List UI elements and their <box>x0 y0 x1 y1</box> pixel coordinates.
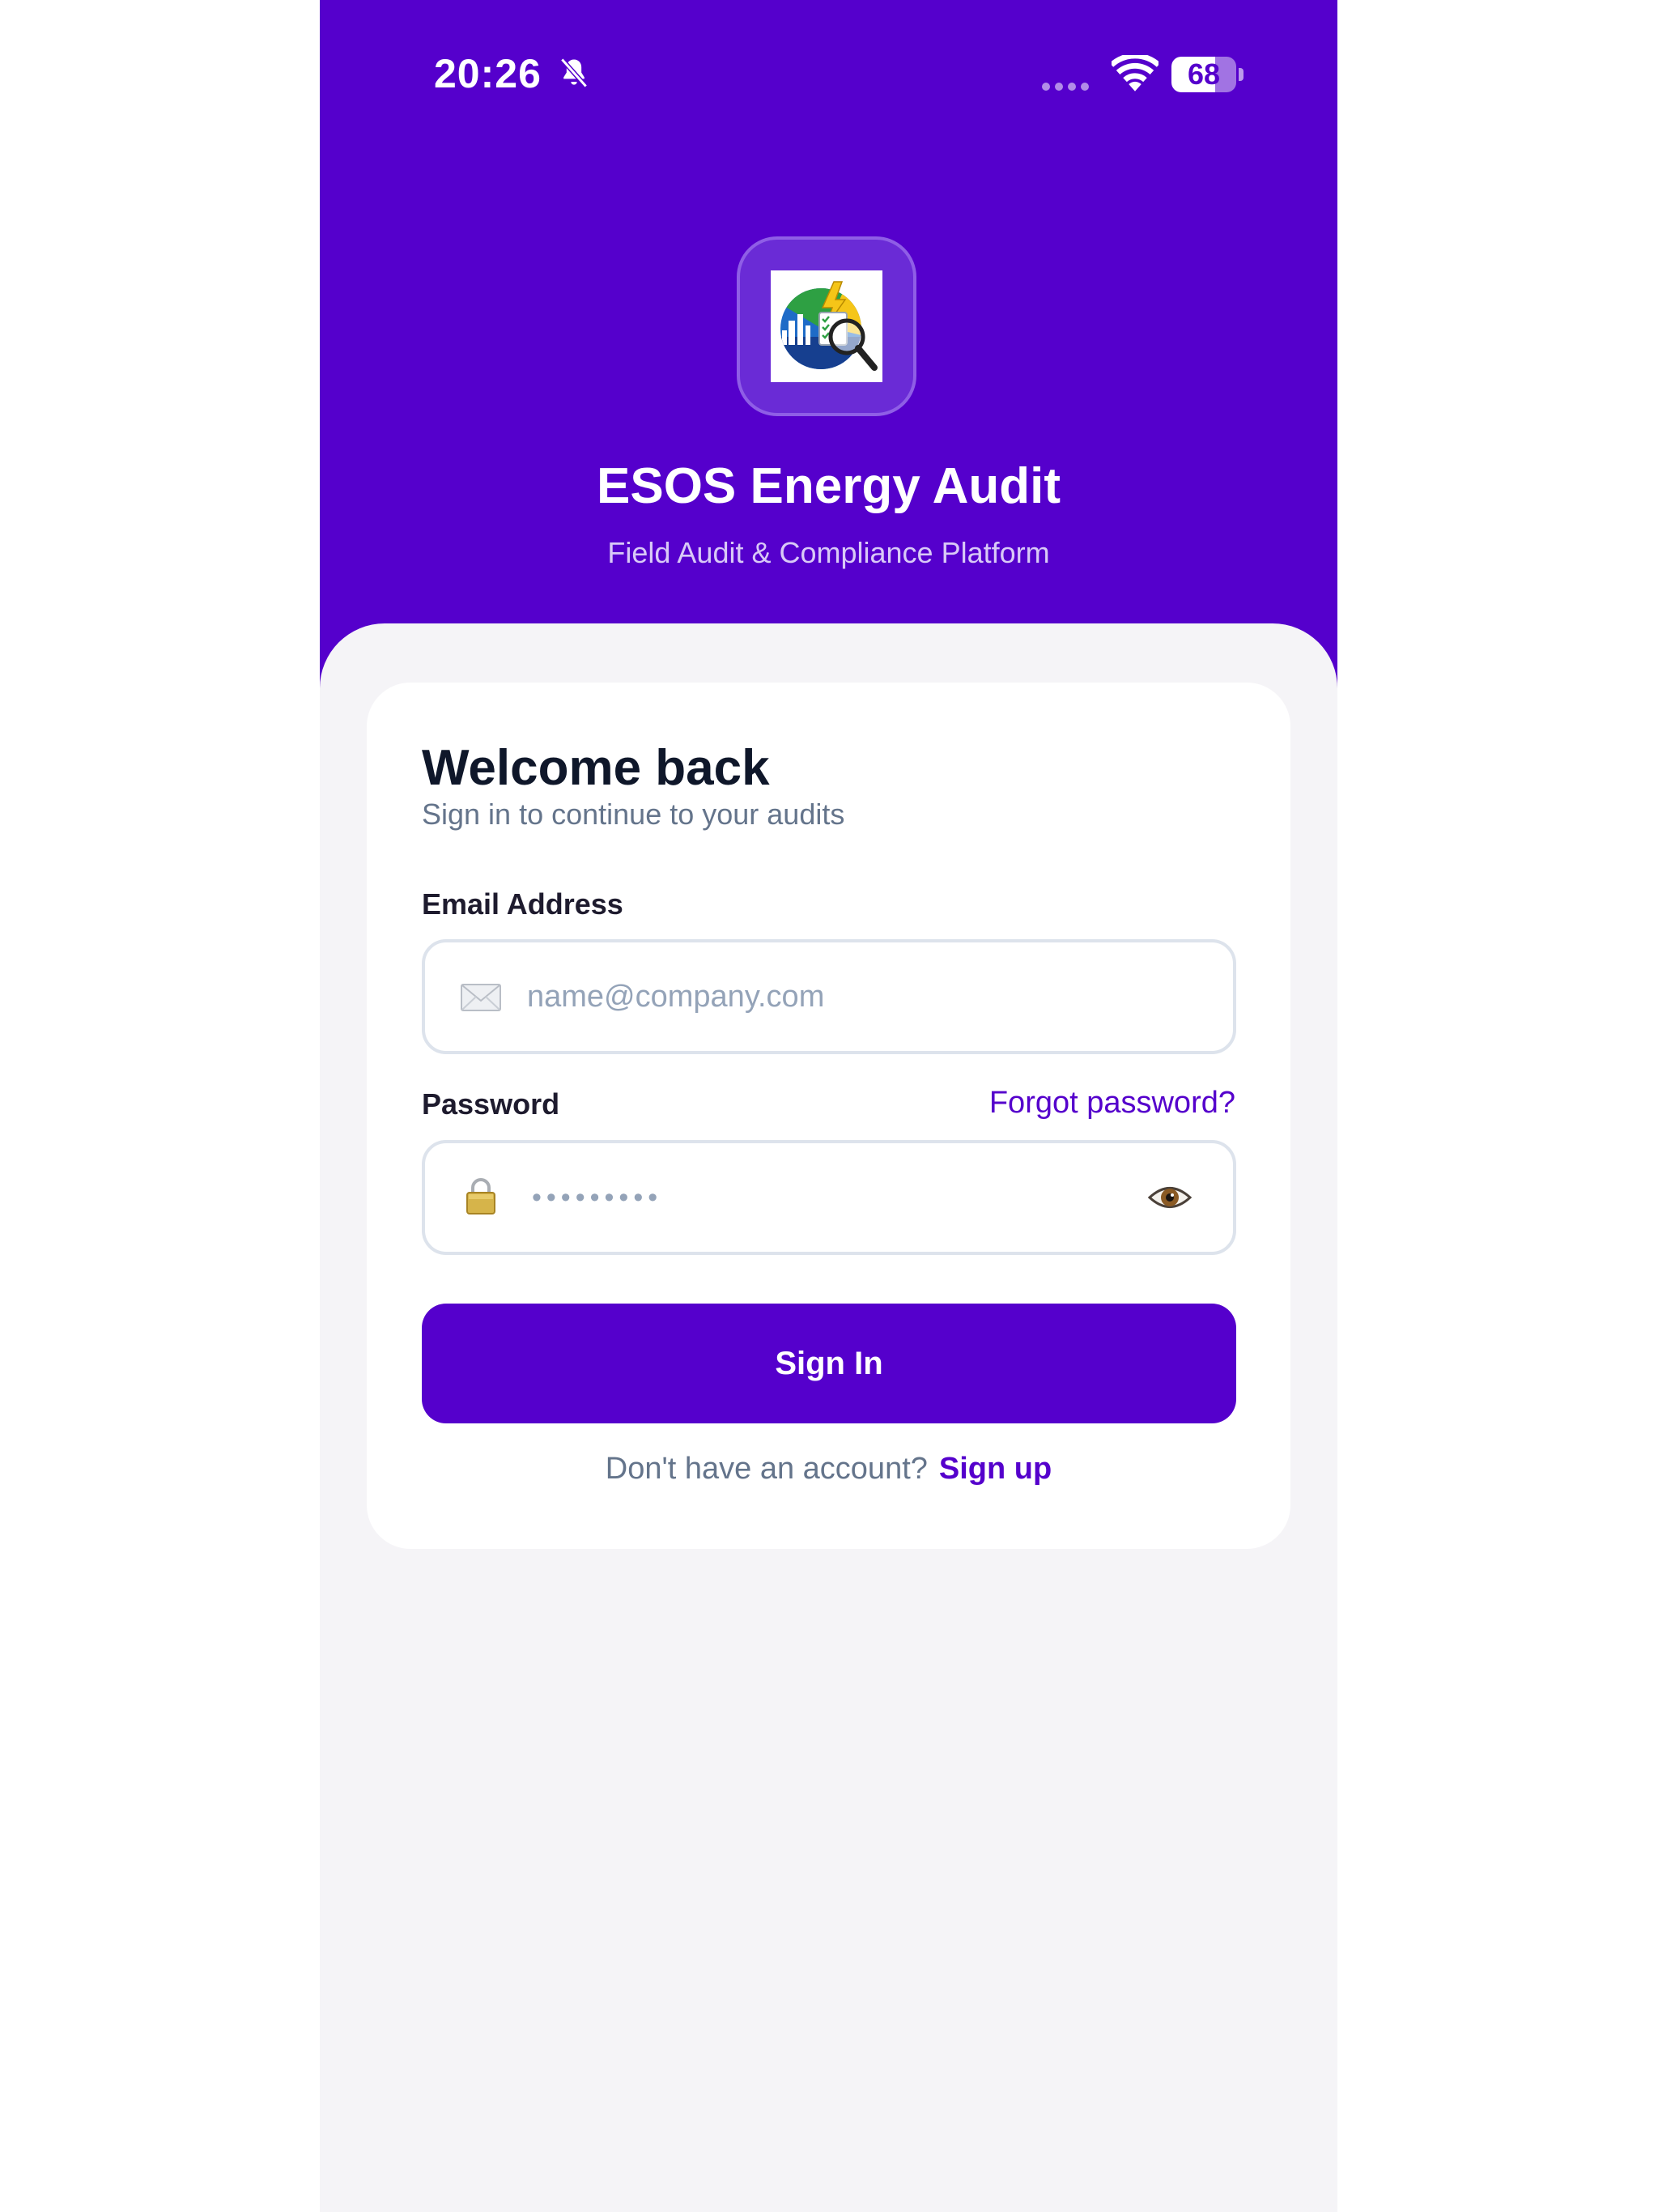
signup-prompt: Don't have an account? <box>605 1452 928 1486</box>
email-label: Email Address <box>422 887 623 921</box>
app-logo <box>737 236 916 416</box>
forgot-password-link[interactable]: Forgot password? <box>989 1086 1235 1121</box>
login-title: Welcome back <box>422 740 770 796</box>
password-input[interactable]: ••••••••• <box>532 1143 662 1252</box>
app-subtitle: Field Audit & Compliance Platform <box>607 536 1050 569</box>
bell-slash-icon <box>560 57 588 88</box>
padlock-icon <box>466 1178 495 1214</box>
password-label: Password <box>422 1087 560 1121</box>
app-screen: 20:26 68 ESOS Energy Audit Field Audit &… <box>320 0 1337 2212</box>
sign-up-link[interactable]: Sign up <box>939 1452 1052 1486</box>
envelope-icon <box>461 984 501 1011</box>
signup-row: Don't have an account? Sign up <box>367 1452 1290 1487</box>
battery-icon: 68 <box>1171 57 1236 92</box>
login-subtitle: Sign in to continue to your audits <box>422 798 845 831</box>
sign-in-button[interactable]: Sign In <box>422 1304 1236 1423</box>
energy-audit-logo-icon <box>780 281 878 371</box>
email-input[interactable] <box>527 942 1136 1051</box>
eye-icon[interactable] <box>1147 1179 1192 1216</box>
email-field[interactable] <box>422 939 1236 1054</box>
app-title: ESOS Energy Audit <box>596 458 1061 514</box>
status-time: 20:26 <box>434 51 542 96</box>
cellular-signal-icon <box>1042 83 1089 91</box>
battery-level: 68 <box>1187 57 1221 91</box>
wifi-icon <box>1112 55 1158 91</box>
password-field[interactable]: ••••••••• <box>422 1140 1236 1255</box>
login-card: Welcome back Sign in to continue to your… <box>367 683 1290 1549</box>
